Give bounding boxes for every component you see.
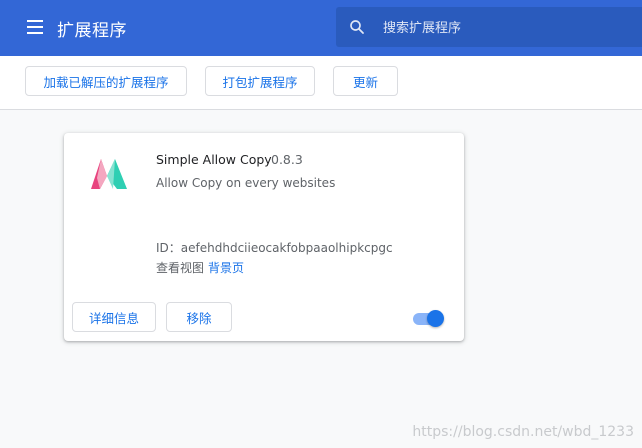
extension-description: Allow Copy on every websites xyxy=(156,176,336,190)
inspect-views-label: 查看视图 xyxy=(156,261,205,275)
extension-card: Simple Allow Copy 0.8.3 Allow Copy on ev… xyxy=(64,133,464,341)
details-button[interactable]: 详细信息 xyxy=(72,302,156,332)
toggle-knob xyxy=(427,310,444,327)
remove-button[interactable]: 移除 xyxy=(166,302,232,332)
background-page-link[interactable]: 背景页 xyxy=(208,261,244,275)
page-title: 扩展程序 xyxy=(57,21,127,41)
card-footer: 详细信息 移除 xyxy=(64,293,464,341)
allow-copy-logo-icon xyxy=(91,159,127,189)
search-box[interactable] xyxy=(336,7,642,49)
hamburger-menu-icon[interactable] xyxy=(27,20,43,34)
watermark: https://blog.csdn.net/wbd_1233 xyxy=(412,424,634,440)
toolbar: 加载已解压的扩展程序 打包扩展程序 更新 xyxy=(0,56,642,110)
update-button[interactable]: 更新 xyxy=(333,66,398,96)
app-header: 扩展程序 xyxy=(0,0,642,56)
pack-extension-button[interactable]: 打包扩展程序 xyxy=(205,66,315,96)
extension-version: 0.8.3 xyxy=(271,152,303,167)
search-input[interactable] xyxy=(381,7,635,49)
extension-id: ID：aefehdhdciieocakfobpaaolhipkcpgc xyxy=(156,241,393,255)
inspect-views: 查看视图 背景页 xyxy=(156,259,244,276)
extension-name: Simple Allow Copy xyxy=(156,152,272,167)
enable-toggle[interactable] xyxy=(413,310,445,328)
search-icon xyxy=(350,20,364,34)
load-unpacked-button[interactable]: 加载已解压的扩展程序 xyxy=(25,66,187,96)
